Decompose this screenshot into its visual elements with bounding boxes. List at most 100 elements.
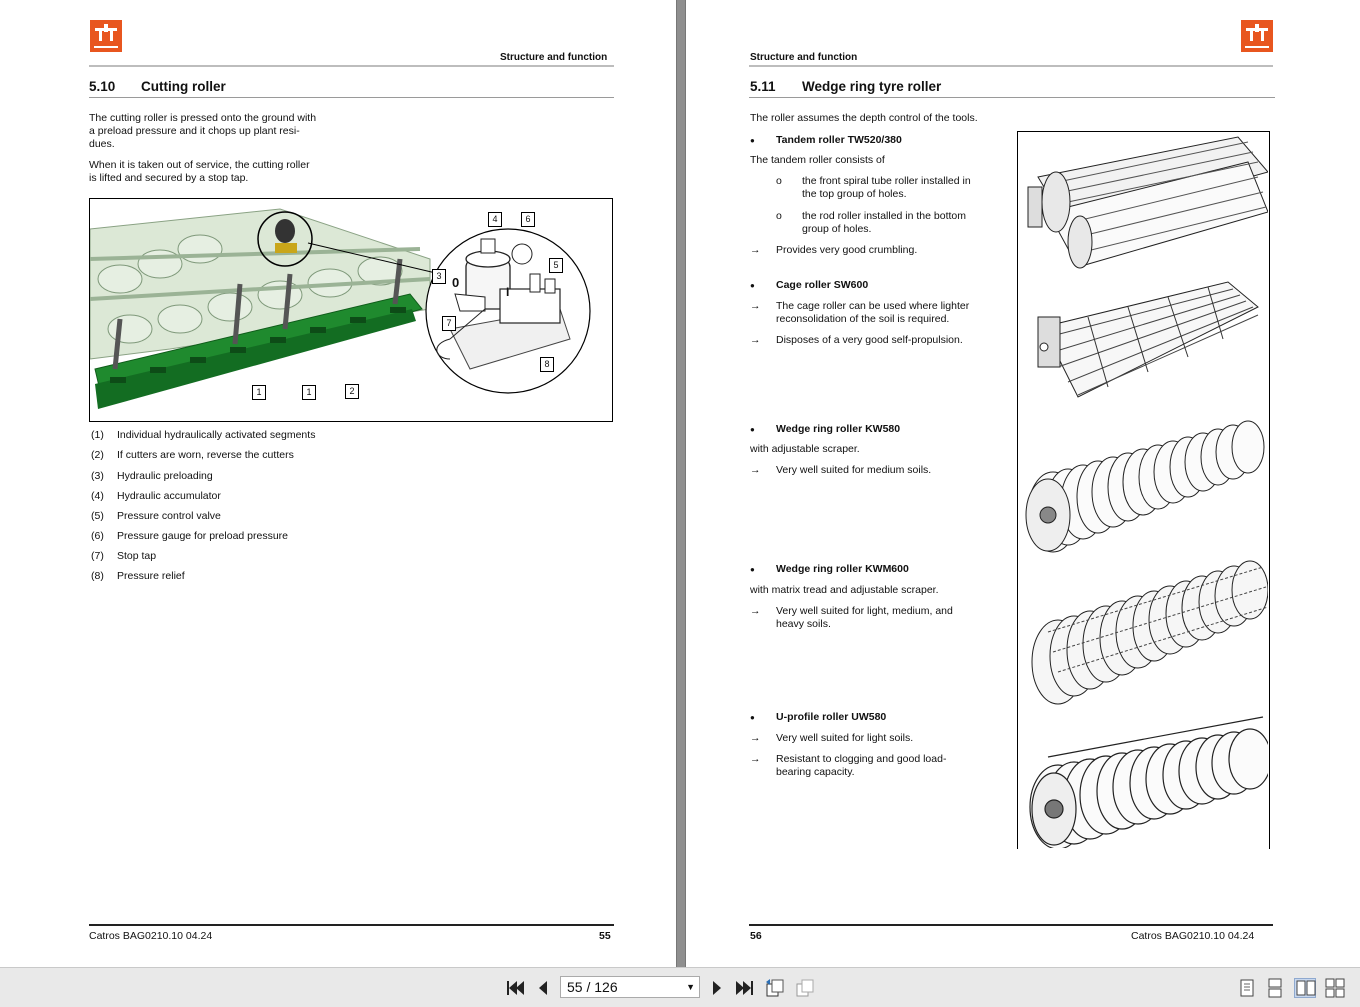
- callout-8: 8: [540, 357, 554, 372]
- tandem-roller-image: [1027, 136, 1269, 269]
- valve-position-1: I: [506, 285, 510, 299]
- amazone-logo: [1241, 20, 1273, 52]
- arrow-text: Disposes of a very good self-propulsion.: [776, 334, 963, 346]
- page-indicator: 55 / 126: [567, 979, 618, 995]
- sub-text: the front spiral tube roller installed i…: [802, 175, 971, 201]
- arrow-text: Very well suited for light, medium, and h…: [776, 605, 953, 631]
- legend-number: (1): [91, 429, 104, 441]
- valve-position-0: 0: [452, 275, 460, 290]
- section-heading: 5.10 Cutting roller: [89, 79, 226, 94]
- section-title: Wedge ring tyre roller: [802, 79, 942, 94]
- cage-arrow-1: → The cage roller can be used where light…: [750, 300, 1010, 328]
- tandem-title: ● Tandem roller TW520/380: [750, 134, 1010, 148]
- legend-number: (7): [91, 550, 104, 562]
- bullet-title: Wedge ring roller KW580: [776, 423, 901, 435]
- bullet-marker: ●: [750, 281, 755, 290]
- callout-6: 6: [521, 212, 535, 227]
- two-continuous-icon: [1325, 978, 1345, 998]
- rotate-alt-icon: [796, 979, 814, 997]
- page-header: Structure and function: [500, 52, 608, 63]
- legend-text: Individual hydraulically activated segme…: [117, 429, 316, 441]
- header-rule: [749, 65, 1273, 67]
- two-page-view-button[interactable]: [1294, 978, 1316, 998]
- wedge-ring-roller-kw580-image: [1025, 420, 1265, 553]
- legend-text: Hydraulic accumulator: [117, 490, 221, 502]
- footer-rule: [749, 924, 1273, 926]
- arrow-marker: →: [750, 334, 761, 346]
- legend-number: (2): [91, 449, 104, 461]
- uw580-arrow-1: → Very well suited for light soils.: [750, 732, 1010, 746]
- text-line: group of holes.: [802, 223, 872, 235]
- arrow-marker: →: [750, 300, 761, 312]
- callout-1a: 1: [252, 385, 266, 400]
- single-page-view-button[interactable]: [1236, 978, 1258, 998]
- rotate-icon: [766, 979, 784, 997]
- prev-page-button[interactable]: [532, 978, 554, 998]
- page-dropdown-icon[interactable]: ▼: [686, 977, 695, 997]
- section-title: Cutting roller: [141, 79, 226, 94]
- callout-5: 5: [549, 258, 563, 273]
- rotate-button[interactable]: [764, 978, 786, 998]
- cutting-roller-figure: 1 1 2 3 4 6 5 7 8 0 I: [89, 198, 613, 422]
- first-page-icon: [507, 981, 524, 995]
- page-number-input[interactable]: 55 / 126 ▼: [560, 976, 700, 998]
- text-line: the top group of holes.: [802, 188, 907, 200]
- kw580-desc: with adjustable scraper.: [750, 443, 860, 455]
- tandem-arrow: → Provides very good crumbling.: [750, 244, 1010, 258]
- callout-4: 4: [488, 212, 502, 227]
- text-line: is lifted and secured by a stop tap.: [89, 172, 249, 184]
- text-line: a preload pressure and it chops up plant…: [89, 125, 300, 137]
- footer-page-number: 56: [750, 930, 762, 942]
- roller-illustrations: [1025, 136, 1272, 850]
- page-55: Structure and function 5.10 Cutting rolle…: [0, 0, 676, 967]
- page-gutter: [676, 0, 686, 967]
- arrow-text: The cage roller can be used where lighte…: [776, 300, 969, 326]
- legend-number: (3): [91, 470, 104, 482]
- legend-item: (2) If cutters are worn, reverse the cutt…: [91, 449, 294, 461]
- document-viewport[interactable]: Structure and function 5.10 Cutting rolle…: [0, 0, 1360, 967]
- section-rule: [89, 97, 614, 98]
- legend-number: (5): [91, 510, 104, 522]
- arrow-text: Very well suited for light soils.: [776, 732, 914, 744]
- continuous-view-button[interactable]: [1264, 978, 1286, 998]
- bullet-title: Wedge ring roller KWM600: [776, 563, 909, 575]
- last-page-button[interactable]: [734, 978, 756, 998]
- intro-paragraph: The cutting roller is pressed onto the g…: [89, 112, 359, 151]
- cage-roller-image: [1037, 281, 1259, 398]
- cage-title: ● Cage roller SW600: [750, 279, 1010, 293]
- legend-item: (8) Pressure relief: [91, 570, 185, 582]
- arrow-marker: →: [750, 753, 761, 765]
- footer-rule: [89, 924, 614, 926]
- roller-images-frame: [1017, 131, 1272, 850]
- tandem-consists: The tandem roller consists of: [750, 154, 885, 166]
- text-line: dues.: [89, 138, 115, 150]
- rotate-alt-button[interactable]: [794, 978, 816, 998]
- arrow-marker: →: [750, 732, 761, 744]
- page-header: Structure and function: [750, 52, 858, 63]
- legend-number: (6): [91, 530, 104, 542]
- uw580-title: ● U-profile roller UW580: [750, 711, 1010, 725]
- legend-text: Pressure control valve: [117, 510, 221, 522]
- tandem-sub-2: o the rod roller installed in the bottom g…: [776, 210, 1016, 238]
- sub-marker: o: [776, 175, 782, 187]
- section-rule: [749, 97, 1275, 98]
- u-profile-roller-uw580-image: [1029, 716, 1272, 850]
- two-page-continuous-button[interactable]: [1324, 978, 1346, 998]
- legend-item: (5) Pressure control valve: [91, 510, 221, 522]
- arrow-text: Very well suited for medium soils.: [776, 464, 932, 476]
- text-line: the rod roller installed in the bottom: [802, 210, 967, 222]
- footer-doc-id: Catros BAG0210.10 04.24: [89, 930, 213, 942]
- callout-2: 2: [345, 384, 359, 399]
- legend-number: (4): [91, 490, 104, 502]
- sub-text: the rod roller installed in the bottom gr…: [802, 210, 966, 236]
- next-page-icon: [713, 981, 721, 995]
- first-page-button[interactable]: [504, 978, 526, 998]
- next-page-button[interactable]: [706, 978, 728, 998]
- callout-3: 3: [432, 269, 446, 284]
- kw580-arrow: → Very well suited for medium soils.: [750, 464, 1010, 478]
- uw580-arrow-2: → Resistant to clogging and good load-bea…: [750, 753, 1010, 781]
- text-line: the front spiral tube roller installed i…: [802, 175, 971, 187]
- legend-text: Hydraulic preloading: [117, 470, 213, 482]
- section-heading: 5.11 Wedge ring tyre roller: [750, 79, 941, 94]
- kwm600-title: ● Wedge ring roller KWM600: [750, 563, 1010, 577]
